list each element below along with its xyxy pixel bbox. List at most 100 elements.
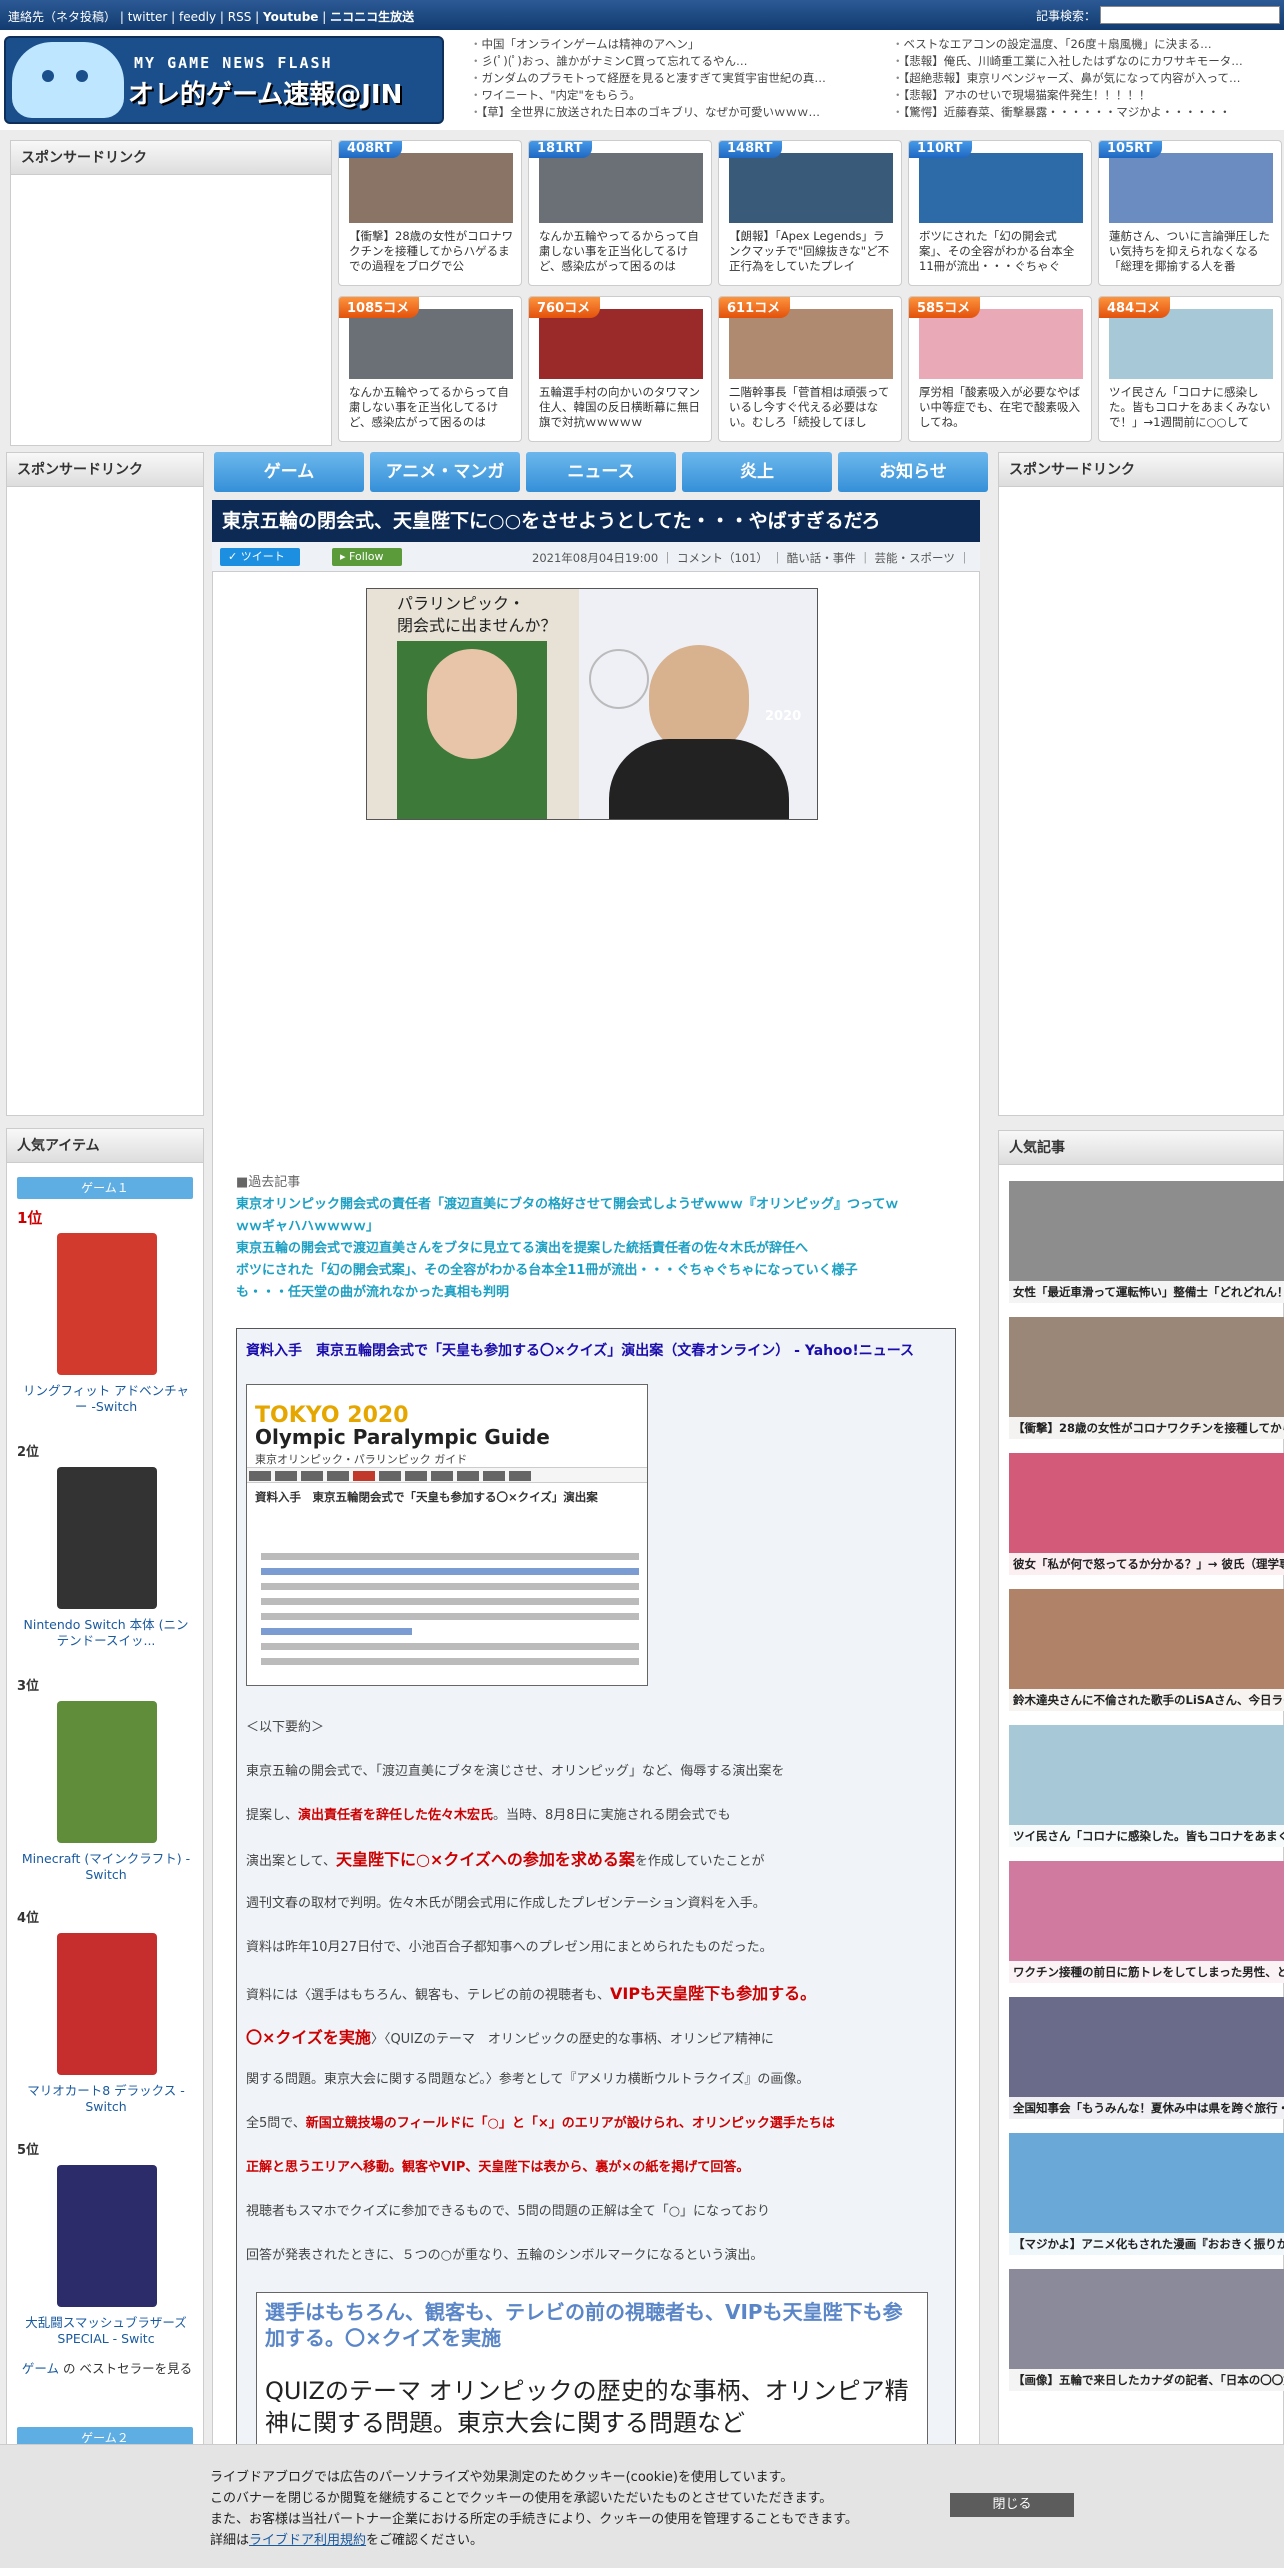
youtube-link[interactable]: Youtube [263,10,318,24]
product-image[interactable] [57,1467,157,1609]
past-article-link[interactable]: も・・・任天堂の曲が流れなかった真相も判明 [236,1285,509,1300]
guide-title: Olympic Paralympic Guide [255,1425,550,1449]
card-badge: 484コメ [1099,297,1171,318]
nav-info[interactable]: お知らせ [838,452,988,492]
past-article-link[interactable]: 東京オリンピック開会式の責任者「渡辺直美にブタの格好させて開会式しようぜｗｗｗ『… [236,1197,898,1212]
card-thumbnail [1109,309,1273,379]
popular-article[interactable]: ツイ民さん「コロナに感染した。皆もコロナをあまくみないで！」→1週間前に○○して… [1009,1725,1284,1847]
ranking-card[interactable]: 181RT なんか五輪やってるからって自粛しない事を正当化してるけど、感染広がって… [528,140,712,286]
summary-line: 資料は昨年10月27日付で、小池百合子都知事へのプレゼン用にまとめられたものだっ… [246,1940,773,1955]
item-rank: 5位 [17,2143,40,2158]
popular-article[interactable]: 鈴木達央さんに不倫された歌手のLiSAさん、今日ライブで最後にとんでもない一言を… [1009,1589,1284,1711]
card-title: 五輪選手村の向かいのタワマン住人、韓国の反日横断幕に無日旗で対抗ｗｗｗｗｗ [539,385,700,429]
headline-link[interactable]: 【超絶悲報】東京リベンジャーズ、鼻が気になって内容が入って… [892,70,1280,87]
summary-line: 東京五輪の開会式で、「渡辺直美にブタを演じさせ、オリンピッグ」など、侮辱する演出… [246,1764,785,1779]
product-image[interactable] [57,1933,157,2075]
ranking-card[interactable]: 110RT ボツにされた「幻の開会式案」、その全容がわかる台本全11冊が流出・・・… [908,140,1092,286]
nav-enjou[interactable]: 炎上 [682,452,832,492]
product-image[interactable] [57,2165,157,2307]
popular-items-panel: 人気アイテム ゲーム１ 1位 リングフィット アドベンチャー -Switch 2位 N… [6,1128,204,2568]
past-article-link[interactable]: ボツにされた「幻の開会式案」、その全容がわかる台本全11冊が流出・・・ぐちゃぐち… [236,1263,858,1278]
popular-article-title: 【衝撃】28歳の女性がコロナワクチンを接種してからハゲるまでの過程をブログで公開… [1009,1417,1284,1439]
card-thumbnail [729,153,893,223]
ranking-card[interactable]: 585コメ 厚労相「酸素吸入が必要なやばい中等症でも、在宅で酸素吸入してね。 [908,296,1092,442]
site-logo[interactable]: MY GAME NEWS FLASH オレ的ゲーム速報@JIN [4,36,444,124]
product-name-link[interactable]: マリオカート8 デラックス - Switch [21,2083,191,2115]
popular-article[interactable]: 全国知事会「もうみんな！夏休み中は県を跨ぐ旅行・帰省は原則中止ね！絶対移動するな… [1009,1997,1284,2119]
source-link[interactable]: 資料入手 東京五輪閉会式で「天皇も参加する〇×クイズ」演出案（文春オンライン） … [246,1340,914,1360]
popular-article[interactable]: 【衝撃】28歳の女性がコロナワクチンを接種してからハゲるまでの過程をブログで公開… [1009,1317,1284,1439]
card-thumbnail [1109,153,1273,223]
image-quote-line: パラリンピック・ [397,594,525,613]
niconico-link[interactable]: ニコニコ生放送 [330,10,414,24]
top-bar: 連絡先（ネタ投稿） | twitter | feedly | RSS | You… [0,0,1284,30]
bestseller-link[interactable]: ゲーム の ベストセラーを見る [17,2361,197,2377]
headline-link[interactable]: 【驚愕】近藤春菜、衝撃暴露・・・・・・マジかよ・・・・・・ [892,104,1280,121]
headline-link[interactable]: ワイニート、"内定"をもらう。 [470,87,890,104]
product-name-link[interactable]: Nintendo Switch 本体 (ニンテンドースイッ... [21,1617,191,1649]
popular-article[interactable]: 【マジかよ】アニメ化もされた漫画『おおきく振りかぶって』の現在がこちらｗｗｗ [1009,2133,1284,2255]
card-badge: 408RT [339,141,403,158]
card-title: ツイ民さん「コロナに感染した。皆もコロナをあまくみないで！」→1週間前に○○して [1109,385,1271,429]
terms-link[interactable]: ライブドア利用規約 [249,2533,366,2548]
product-name-link[interactable]: Minecraft (マインクラフト) - Switch [21,1851,191,1883]
headline-link[interactable]: 中国「オンラインゲームは精神のアヘン」 [470,36,890,53]
summary-line: 回答が発表されたときに、５つの○が重なり、五輪のシンボルマークになるという演出。 [246,2248,764,2263]
sponsor-heading: スポンサードリンク [11,141,331,175]
headline-link[interactable]: 【草】全世界に放送された日本のゴキブリ、なぜか可愛いｗｗｗ… [470,104,890,121]
popular-items-heading: 人気アイテム [7,1129,203,1163]
summary-line: 全5問で、新国立競技場のフィールドに「○」と「×」のエリアが設けられ、オリンピッ… [246,2116,835,2131]
sponsor-heading: スポンサードリンク [7,453,203,487]
twitter-link[interactable]: twitter [128,10,168,24]
ranking-card[interactable]: 1085コメ なんか五輪やってるからって自粛しない事を正当化してるけど、感染広がっ… [338,296,522,442]
contact-link[interactable]: 連絡先（ネタ投稿） [8,10,116,24]
headline-link[interactable]: 彡(ﾟ)(ﾟ)おっ、誰かがナミンC買って忘れてるやん… [470,53,890,70]
ranking-card[interactable]: 105RT 蓮舫さん、ついに言論弾圧したい気持ちを抑えられなくなる「総理を揶揄する… [1098,140,1282,286]
summary-line: 提案し、演出責任者を辞任した佐々木宏氏。当時、8月8日に実施される閉会式でも [246,1808,731,1823]
article-meta: 2021年08月04日19:00 ｜ コメント（101） ｜ 酷い話・事件 ｜ … [532,551,970,565]
category-label[interactable]: ゲーム１ [17,1177,193,1199]
product-name-link[interactable]: リングフィット アドベンチャー -Switch [21,1383,191,1415]
feedly-icon: ▸ [340,550,350,563]
item-rank: 2位 [17,1445,40,1460]
popular-article-title: 【画像】五輪で来日したカナダの記者、「日本の〇〇文化」に驚くｗｗｗｗ “効率的な… [1009,2369,1284,2391]
past-article-link[interactable]: 東京五輪の開会式で渡辺直美さんをブタに見立てる演出を提案した統括責任者の佐々木氏… [236,1241,808,1256]
card-thumbnail [349,309,513,379]
card-badge: 110RT [909,141,973,158]
nav-anime[interactable]: アニメ・マンガ [370,452,520,492]
summary-line: 週刊文春の取材で判明。佐々木氏が閉会式用に作成したプレゼンテーション資料を入手。 [246,1896,766,1911]
past-article-link[interactable]: ｗｗギャハハｗｗｗｗ」 [236,1219,379,1234]
ranking-card[interactable]: 484コメツイ民さん「コロナに感染した。皆もコロナをあまくみないで！」→1週間前… [1098,296,1282,442]
nav-game[interactable]: ゲーム [214,452,364,492]
headline-link[interactable]: 【悲報】アホのせいで現場猫案件発生！！！！！ [892,87,1280,104]
product-image[interactable] [57,1233,157,1375]
card-title: 蓮舫さん、ついに言論弾圧したい気持ちを抑えられなくなる「総理を揶揄する人を番 [1109,229,1270,273]
ranking-card[interactable]: 611コメ 二階幹事長「菅首相は頑張っているし今すぐ代える必要はない。むしろ「続投… [718,296,902,442]
headline-list-right: ベストなエアコンの設定温度、「26度＋扇風機」に決まる… 【悲報】俺氏、川崎重工… [892,36,1280,121]
follow-button[interactable]: ▸ Follow [332,548,402,566]
guide-article-title: 資料入手 東京五輪閉会式で「天皇も参加する〇×クイズ」演出案 [255,1490,598,1504]
cookie-close-button[interactable]: 閉じる [950,2493,1074,2517]
search-input[interactable] [1100,6,1280,24]
card-title: なんか五輪やってるからって自粛しない事を正当化してるけど、感染広がって困るのは [539,229,699,273]
headline-link[interactable]: 【悲報】俺氏、川崎重工業に入社したはずなのにカワサキモータ… [892,53,1280,70]
nav-news[interactable]: ニュース [526,452,676,492]
article-title: 東京五輪の閉会式、天皇陛下に○○をさせようとしてた・・・やばすぎるだろ [212,500,980,542]
ranking-card[interactable]: 408RT 【衝撃】28歳の女性がコロナワクチンを接種してからハゲるまでの過程をブ… [338,140,522,286]
headline-link[interactable]: ベストなエアコンの設定温度、「26度＋扇風機」に決まる… [892,36,1280,53]
ranking-card[interactable]: 760コメ 五輪選手村の向かいのタワマン住人、韓国の反日横断幕に無日旗で対抗ｗｗｗ… [528,296,712,442]
feedly-link[interactable]: feedly [179,10,216,24]
olympic-emblem-icon [589,649,649,709]
popular-article[interactable]: 【画像】五輪で来日したカナダの記者、「日本の〇〇文化」に驚くｗｗｗｗ “効率的な… [1009,2269,1284,2391]
popular-article-title: 鈴木達央さんに不倫された歌手のLiSAさん、今日ライブで最後にとんでもない一言を… [1009,1689,1284,1711]
headline-link[interactable]: ガンダムのプラモトって経歴を見ると凄すぎて実質宇宙世紀の真… [470,70,890,87]
rss-link[interactable]: RSS [228,10,252,24]
popular-article[interactable]: ワクチン接種の前日に筋トレをしてしまった男性、とんでもないことになる [1009,1861,1284,1983]
ranking-card[interactable]: 148RT 【朗報】「Apex Legends」ランクマッチで"回線抜きな"ど不正… [718,140,902,286]
image-quote-line: 閉会式に出ませんか？ [397,616,557,635]
product-image[interactable] [57,1701,157,1843]
popular-article[interactable]: 彼女「私が何で怒ってるか分かる？」→ 彼氏（理学専攻）の回答がヤバすぎて彼女ブチ… [1009,1453,1284,1575]
product-name-link[interactable]: 大乱闘スマッシュブラザーズ SPECIAL - Switc [21,2315,191,2347]
tweet-button[interactable]: ✓ ツイート [220,548,300,566]
popular-article[interactable]: 女性「最近車滑って運転怖い」整備士「どれどれん！？」→ ヤバイことに気付いた整備… [1009,1181,1284,1303]
